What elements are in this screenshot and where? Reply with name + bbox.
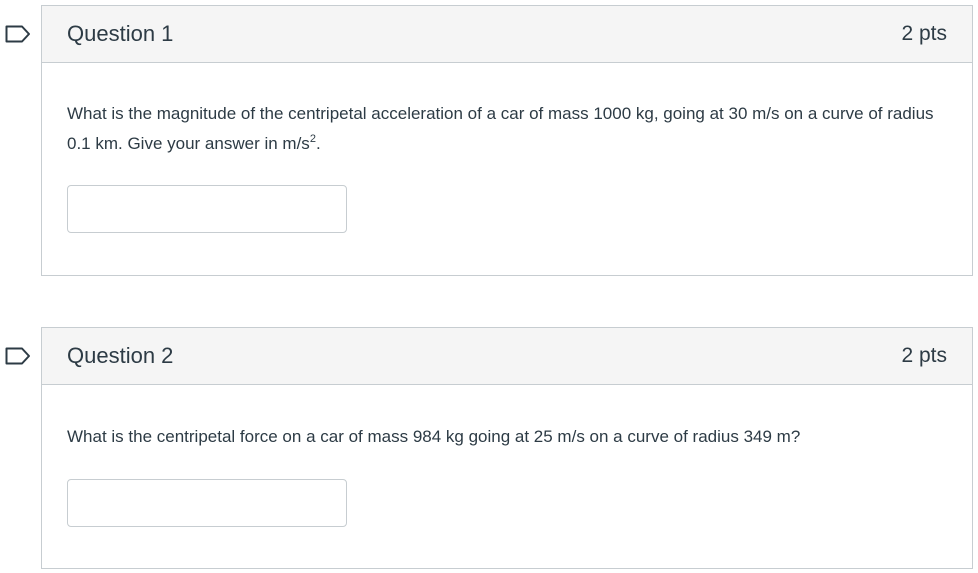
question-points: 2 pts [901,22,947,45]
question-header: Question 2 2 pts [42,328,972,385]
answer-input[interactable] [67,479,347,527]
question-text: What is the centripetal force on a car o… [67,427,801,446]
flag-question-icon[interactable] [5,25,31,43]
question-text-main: What is the magnitude of the centripetal… [67,104,934,153]
flag-question-icon[interactable] [5,347,31,365]
question-card: Question 1 2 pts What is the magnitude o… [41,5,973,276]
question-card: Question 2 2 pts What is the centripetal… [41,327,973,569]
question-text: What is the magnitude of the centripetal… [67,99,947,159]
question-body: What is the magnitude of the centripetal… [42,63,972,233]
question-text-end: . [315,134,321,153]
question-header: Question 1 2 pts [42,6,972,63]
question-title: Question 1 [67,21,174,46]
question-points: 2 pts [901,344,947,367]
question-body: What is the centripetal force on a car o… [42,385,972,527]
question-title: Question 2 [67,343,174,368]
answer-input[interactable] [67,185,347,233]
quiz-page: Question 1 2 pts What is the magnitude o… [0,0,978,573]
